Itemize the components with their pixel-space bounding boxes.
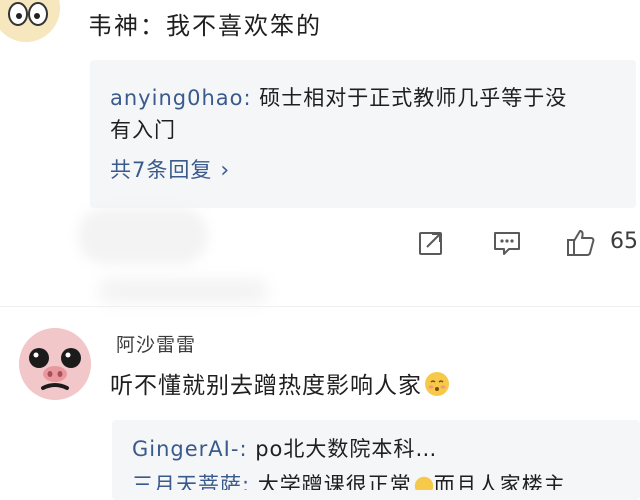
view-all-replies-link[interactable]: 共7条回复 › bbox=[110, 154, 230, 187]
blurred-region bbox=[78, 208, 208, 264]
chevron-right-icon: › bbox=[220, 158, 231, 183]
reply-text: 硕士相对于正式教师几乎等于没 bbox=[259, 86, 568, 110]
comment-icon[interactable] bbox=[492, 228, 522, 258]
reply-preview-box[interactable]: anying0hao: 硕士相对于正式教师几乎等于没 有入门 共7条回复 › bbox=[90, 60, 636, 208]
reply-username[interactable]: GingerAI- bbox=[132, 437, 239, 461]
comment-text: 听不懂就别去蹭热度影响人家 bbox=[110, 368, 450, 404]
blurred-region bbox=[98, 278, 268, 304]
reply-text: 大学蹭课很正常 bbox=[257, 474, 412, 490]
comment-text: 韦神：我不喜欢笨的 bbox=[88, 12, 322, 40]
blush-emoji-icon bbox=[414, 474, 434, 490]
comment-action-bar: 65 bbox=[414, 226, 640, 260]
reply-line: GingerAI-: po北大数院本科… bbox=[132, 432, 640, 466]
avatar[interactable] bbox=[0, 0, 60, 42]
reply-line: anying0hao: 硕士相对于正式教师几乎等于没 bbox=[110, 80, 630, 116]
like-count: 65 bbox=[610, 229, 638, 254]
reply-separator: : bbox=[243, 86, 260, 110]
reply-preview-box[interactable]: GingerAI-: po北大数院本科… 三月天菩萨: 大学蹭课很正常 而且人家楼… bbox=[112, 420, 640, 500]
reply-username[interactable]: 三月天菩萨 bbox=[132, 474, 242, 490]
share-icon[interactable] bbox=[416, 228, 446, 258]
reply-line-clipped: 三月天菩萨: 大学蹭课很正常 而且人家楼主 bbox=[112, 474, 640, 490]
reply-separator: : bbox=[239, 437, 256, 461]
reply-text-continued: 而且人家楼主 bbox=[433, 474, 566, 490]
divider bbox=[0, 306, 640, 307]
reply-text-continued: 有入门 bbox=[110, 118, 176, 142]
view-all-replies-label: 共7条回复 bbox=[110, 158, 213, 182]
avatar[interactable] bbox=[19, 328, 91, 400]
reply-text: po北大数院本科… bbox=[255, 437, 438, 461]
blush-emoji-icon bbox=[424, 371, 450, 397]
comment-body: 听不懂就别去蹭热度影响人家 bbox=[110, 373, 422, 399]
reply-username[interactable]: anying0hao bbox=[110, 86, 243, 110]
comment-username[interactable]: 阿沙雷雷 bbox=[116, 330, 196, 360]
reply-separator: : bbox=[242, 474, 258, 490]
reply-line: 三月天菩萨: 大学蹭课很正常 而且人家楼主 bbox=[132, 474, 640, 490]
thumbs-up-icon[interactable] bbox=[566, 228, 596, 258]
